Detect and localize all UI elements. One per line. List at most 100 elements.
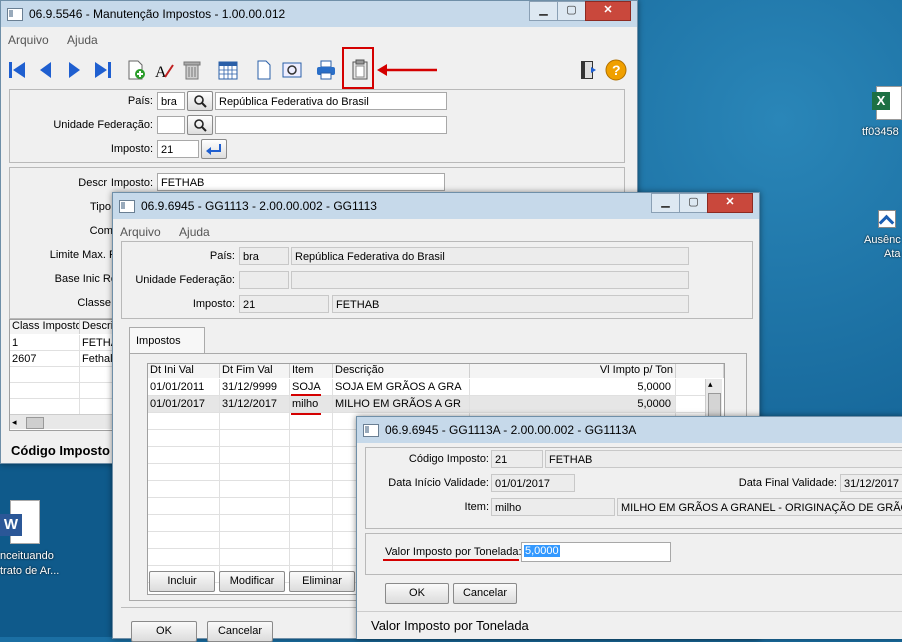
table-cell[interactable] [290, 532, 333, 549]
table-cell[interactable]: 2607 [10, 351, 80, 367]
table-cell[interactable] [290, 430, 333, 447]
table-cell[interactable]: 1 [10, 335, 80, 351]
print-icon[interactable] [315, 59, 337, 81]
grid-header-dt-ini-val[interactable]: Dt Ini Val [148, 364, 220, 378]
table-cell[interactable] [290, 549, 333, 566]
menu-arquivo[interactable]: Arquivo [120, 225, 161, 239]
table-cell[interactable] [10, 367, 80, 383]
table-cell[interactable] [148, 464, 220, 481]
table-cell[interactable]: FETHA [80, 335, 114, 351]
uf-code-input[interactable] [157, 116, 185, 134]
word-file-icon[interactable]: W [0, 500, 40, 544]
gg1113-titlebar[interactable]: 06.9.6945 - GG1113 - 2.00.00.002 - GG111… [113, 193, 759, 219]
main-window-titlebar[interactable]: 06.9.5546 - Manutenção Impostos - 1.00.0… [1, 1, 637, 27]
table-cell[interactable] [220, 413, 290, 430]
calendar-grid-icon[interactable] [217, 59, 239, 81]
new-document-icon[interactable] [253, 59, 275, 81]
maximize-button[interactable]: ▢ [557, 1, 586, 21]
cancelar-button[interactable]: Cancelar [453, 583, 517, 604]
grid-header-descricao[interactable]: Descrição [333, 364, 470, 378]
table-cell[interactable] [220, 532, 290, 549]
last-record-icon[interactable] [91, 59, 113, 81]
preview-icon[interactable] [281, 59, 303, 81]
grid-header-dt-fim-val[interactable]: Dt Fim Val [220, 364, 290, 378]
horizontal-scrollbar[interactable]: ◂ [10, 414, 114, 429]
table-cell[interactable] [290, 498, 333, 515]
table-cell[interactable] [676, 379, 706, 396]
table-cell[interactable]: MILHO EM GRÃOS A GR [333, 396, 470, 413]
main-grid[interactable]: Class Imposto Descriç 1 FETHA 2607 Fetha… [9, 319, 115, 431]
imposto-enter-button[interactable] [201, 139, 227, 159]
table-cell[interactable] [148, 447, 220, 464]
table-cell[interactable]: 01/01/2017 [148, 396, 220, 413]
cancelar-button[interactable]: Cancelar [207, 621, 273, 642]
pais-code-input[interactable]: bra [157, 92, 185, 110]
minimize-button[interactable]: ▁ [529, 1, 558, 21]
table-cell[interactable]: Fethal [80, 351, 114, 367]
table-cell[interactable] [290, 464, 333, 481]
incluir-button[interactable]: Incluir [149, 571, 215, 592]
uf-lookup-button[interactable] [187, 115, 213, 135]
excel-file-icon[interactable]: X [872, 86, 902, 122]
close-button[interactable]: ✕ [707, 193, 753, 213]
table-cell[interactable] [290, 481, 333, 498]
table-cell[interactable] [80, 383, 114, 399]
eliminar-button[interactable]: Eliminar [289, 571, 355, 592]
grid-header-descricao[interactable]: Descriç [80, 320, 114, 334]
delete-record-icon[interactable] [181, 59, 203, 81]
table-cell[interactable] [10, 399, 80, 415]
descr-input[interactable]: FETHAB [157, 173, 445, 191]
table-cell[interactable] [676, 396, 706, 413]
table-cell[interactable] [148, 532, 220, 549]
imposto-input[interactable]: 21 [157, 140, 199, 158]
edit-record-icon[interactable]: A [153, 59, 175, 81]
grid-header-item[interactable]: Item [290, 364, 333, 378]
table-cell[interactable] [220, 498, 290, 515]
valor-imposto-input[interactable]: 5,0000 [521, 542, 671, 562]
table-cell[interactable] [10, 383, 80, 399]
table-cell[interactable] [290, 515, 333, 532]
menu-ajuda[interactable]: Ajuda [179, 225, 210, 239]
table-cell[interactable] [148, 481, 220, 498]
table-cell[interactable] [220, 464, 290, 481]
table-cell[interactable] [220, 481, 290, 498]
pais-name-input[interactable]: República Federativa do Brasil [215, 92, 447, 110]
table-cell[interactable] [290, 413, 333, 430]
scroll-up-icon[interactable]: ▴ [708, 379, 713, 390]
maximize-button[interactable]: ▢ [679, 193, 708, 213]
table-cell[interactable] [220, 430, 290, 447]
menu-ajuda[interactable]: Ajuda [67, 33, 98, 47]
add-record-icon[interactable] [125, 59, 147, 81]
modificar-button[interactable]: Modificar [219, 571, 285, 592]
table-cell[interactable]: milho [290, 396, 333, 413]
table-cell[interactable]: 31/12/2017 [220, 396, 290, 413]
pais-lookup-button[interactable] [187, 91, 213, 111]
gg1113a-titlebar[interactable]: 06.9.6945 - GG1113A - 2.00.00.002 - GG11… [357, 417, 902, 443]
table-cell[interactable]: 31/12/9999 [220, 379, 290, 396]
grid-header-class-imposto[interactable]: Class Imposto [10, 320, 80, 334]
close-button[interactable]: ✕ [585, 1, 631, 21]
shortcut-icon[interactable] [878, 210, 896, 231]
exit-door-icon[interactable] [577, 59, 599, 81]
scroll-left-icon[interactable]: ◂ [12, 417, 22, 427]
table-cell[interactable]: 5,0000 [470, 396, 676, 413]
scroll-thumb[interactable] [26, 417, 44, 429]
table-cell[interactable] [148, 413, 220, 430]
table-cell[interactable] [220, 447, 290, 464]
table-cell[interactable] [80, 399, 114, 415]
table-cell[interactable] [220, 515, 290, 532]
ok-button[interactable]: OK [131, 621, 197, 642]
table-cell[interactable] [148, 498, 220, 515]
ok-button[interactable]: OK [385, 583, 449, 604]
next-record-icon[interactable] [63, 59, 85, 81]
help-icon[interactable]: ? [605, 59, 627, 81]
grid-header-vl-impto[interactable]: Vl Impto p/ Ton [470, 364, 676, 378]
minimize-button[interactable]: ▁ [651, 193, 680, 213]
tab-impostos[interactable]: Impostos [129, 327, 205, 355]
menu-arquivo[interactable]: Arquivo [8, 33, 49, 47]
table-cell[interactable] [220, 549, 290, 566]
table-cell[interactable]: 01/01/2011 [148, 379, 220, 396]
table-cell[interactable]: 5,0000 [470, 379, 676, 396]
table-cell[interactable] [290, 447, 333, 464]
first-record-icon[interactable] [7, 59, 29, 81]
